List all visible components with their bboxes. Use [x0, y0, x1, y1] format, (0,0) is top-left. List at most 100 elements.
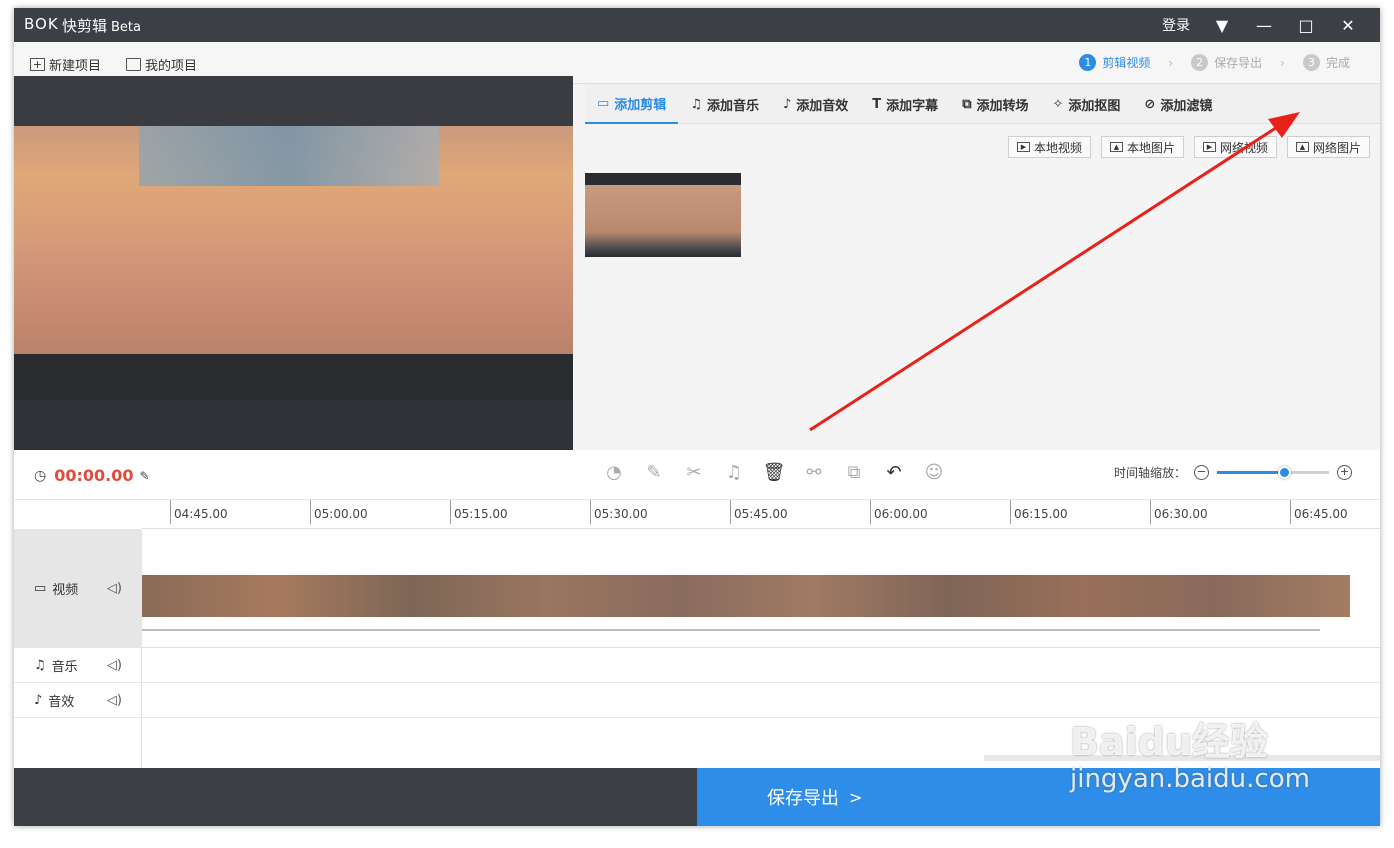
zoom-slider-fill: [1217, 471, 1285, 474]
play-icon: ▶: [1202, 142, 1216, 152]
play-icon: ▶: [1016, 142, 1030, 152]
music-track[interactable]: [142, 648, 1380, 683]
ruler-tick: 05:45.00: [730, 500, 788, 524]
volume-icon[interactable]: ◁): [107, 658, 122, 673]
tab-add-filter[interactable]: ⊘ 添加滤镜: [1132, 84, 1224, 124]
online-video-button[interactable]: ▶ 网络视频: [1193, 136, 1277, 158]
source-label: 网络视频: [1219, 140, 1268, 155]
step-indicator: 1 剪辑视频 › 2 保存导出 › 3 完成: [1061, 54, 1350, 71]
trash-icon[interactable]: 🗑: [754, 462, 794, 483]
app-name: 快剪辑 Beta: [62, 15, 141, 36]
zoom-in-icon[interactable]: +: [1337, 465, 1352, 480]
image-icon: ▲: [1295, 142, 1309, 152]
title-bar: BOK 快剪辑 Beta 登录 ▼ — □ ✕: [14, 8, 1380, 42]
source-label: 本地图片: [1126, 140, 1175, 155]
local-video-button[interactable]: ▶ 本地视频: [1007, 136, 1091, 158]
chevron-right-icon: >: [849, 787, 863, 807]
folder-icon: [126, 58, 141, 71]
ruler-tick: 06:15.00: [1010, 500, 1068, 524]
preview-frame: [14, 126, 573, 354]
online-image-button[interactable]: ▲ 网络图片: [1286, 136, 1370, 158]
transition-icon: ⧉: [962, 96, 972, 112]
image-icon: ▲: [1109, 142, 1123, 152]
track-label-music: ♫ 音乐 ◁): [14, 648, 142, 683]
tab-add-transition[interactable]: ⧉ 添加转场: [950, 84, 1040, 124]
tab-add-music[interactable]: ♫ 添加音乐: [678, 84, 771, 124]
track-video-label: 视频: [52, 583, 79, 598]
cutout-icon: ✧: [1052, 96, 1064, 112]
video-icon: ▭: [34, 581, 47, 596]
tab-label: 添加滤镜: [1160, 98, 1213, 114]
save-export-label: 保存导出: [767, 788, 839, 809]
my-projects-button[interactable]: 我的项目: [126, 55, 197, 74]
app-name-text: 快剪辑: [62, 17, 108, 35]
media-thumbnail[interactable]: [585, 173, 741, 257]
window-controls: 登录 ▼ — □ ✕: [1162, 8, 1380, 42]
new-project-label: 新建项目: [49, 59, 102, 74]
zoom-out-icon[interactable]: −: [1194, 465, 1209, 480]
bell-icon[interactable]: ♫: [714, 462, 754, 483]
tab-add-sound-effect[interactable]: ♪ 添加音效: [771, 84, 860, 124]
tab-add-clip[interactable]: ▭ 添加剪辑: [585, 84, 679, 124]
scissors-icon[interactable]: ✂: [674, 462, 714, 483]
step-save-export: 2 保存导出 ›: [1191, 54, 1285, 71]
maximize-icon[interactable]: □: [1296, 16, 1316, 35]
local-image-button[interactable]: ▲ 本地图片: [1100, 136, 1184, 158]
pencil-icon[interactable]: ✎: [634, 462, 674, 483]
zoom-label: 时间轴缩放：: [1113, 466, 1186, 480]
step-edit-video: 1 剪辑视频 ›: [1079, 54, 1173, 71]
text-icon: T: [872, 96, 882, 112]
sound-effect-icon: ♪: [782, 96, 792, 112]
preview-controls[interactable]: [14, 400, 573, 450]
source-label: 本地视频: [1033, 140, 1082, 155]
video-preview[interactable]: [14, 76, 573, 450]
app-logo: BOK: [24, 15, 59, 33]
tab-label: 添加音效: [796, 98, 849, 114]
ruler-tick: 06:45.00: [1290, 500, 1348, 524]
tab-label: 添加字幕: [886, 98, 939, 114]
sticker-icon[interactable]: ☺: [914, 462, 954, 483]
chevron-right-icon: ›: [1168, 55, 1174, 70]
track-sfx-label: 音效: [48, 694, 75, 710]
timeline-zoom: 时间轴缩放： − +: [1114, 464, 1360, 481]
ruler-tick: 05:30.00: [590, 500, 648, 524]
ruler-tick: 06:00.00: [870, 500, 928, 524]
step-label: 剪辑视频: [1102, 56, 1151, 70]
time-ruler[interactable]: 04:45.00 05:00.00 05:15.00 05:30.00 05:45.00…: [142, 500, 1380, 529]
unlink-icon[interactable]: ⚯: [794, 462, 834, 483]
step-number: 2: [1191, 54, 1209, 71]
login-button[interactable]: 登录: [1162, 15, 1190, 35]
audio-waveform: [142, 629, 1320, 631]
edit-toolbar: ◷ 00:00.00 ✎ ◔ ✎ ✂ ♫ 🗑 ⚯ ⧉ ↶ ☺ 时间轴缩放： − …: [14, 450, 1380, 500]
volume-icon[interactable]: ◁): [107, 581, 122, 596]
track-label-sfx: ♪ 音效 ◁): [14, 683, 142, 718]
chevron-right-icon: ›: [1280, 55, 1285, 70]
new-project-button[interactable]: + 新建项目: [30, 55, 101, 74]
tab-label: 添加音乐: [706, 98, 759, 114]
track-labels: ▭ 视频 ◁) ♫ 音乐 ◁) ♪ 音效 ◁): [14, 529, 142, 768]
track-music-label: 音乐: [51, 659, 78, 675]
copy-icon[interactable]: ⧉: [834, 462, 874, 483]
undo-icon[interactable]: ↶: [874, 462, 914, 483]
tab-add-subtitle[interactable]: T 添加字幕: [860, 84, 950, 124]
minimize-icon[interactable]: —: [1254, 16, 1274, 35]
video-track: [142, 529, 1380, 648]
sfx-track[interactable]: [142, 683, 1380, 718]
step-label: 保存导出: [1214, 56, 1263, 70]
speed-icon[interactable]: ◔: [594, 462, 634, 483]
media-tabs: ▭ 添加剪辑 ♫ 添加音乐 ♪ 添加音效 T 添加字幕 ⧉ 添加转场 ✧ 添加抠图 ⊘ 添加滤…: [585, 84, 1380, 124]
zoom-slider-knob[interactable]: [1278, 466, 1292, 479]
edit-pencil-icon[interactable]: ✎: [140, 469, 150, 483]
app-window: BOK 快剪辑 Beta 登录 ▼ — □ ✕ + 新建项目 我的项目 1 剪辑视…: [14, 8, 1380, 826]
zoom-slider[interactable]: [1217, 466, 1329, 479]
tab-add-cutout[interactable]: ✧ 添加抠图: [1041, 84, 1133, 124]
step-label: 完成: [1325, 56, 1350, 70]
close-icon[interactable]: ✕: [1338, 16, 1358, 35]
my-projects-label: 我的项目: [145, 59, 198, 74]
video-clip[interactable]: [142, 575, 1350, 617]
ruler-tick: 05:00.00: [310, 500, 368, 524]
volume-icon[interactable]: ◁): [107, 693, 122, 708]
menu-dropdown-icon[interactable]: ▼: [1212, 16, 1232, 35]
tab-label: 添加剪辑: [614, 97, 667, 113]
media-panel: ▭ 添加剪辑 ♫ 添加音乐 ♪ 添加音效 T 添加字幕 ⧉ 添加转场 ✧ 添加抠图 ⊘ 添加滤…: [585, 84, 1380, 450]
